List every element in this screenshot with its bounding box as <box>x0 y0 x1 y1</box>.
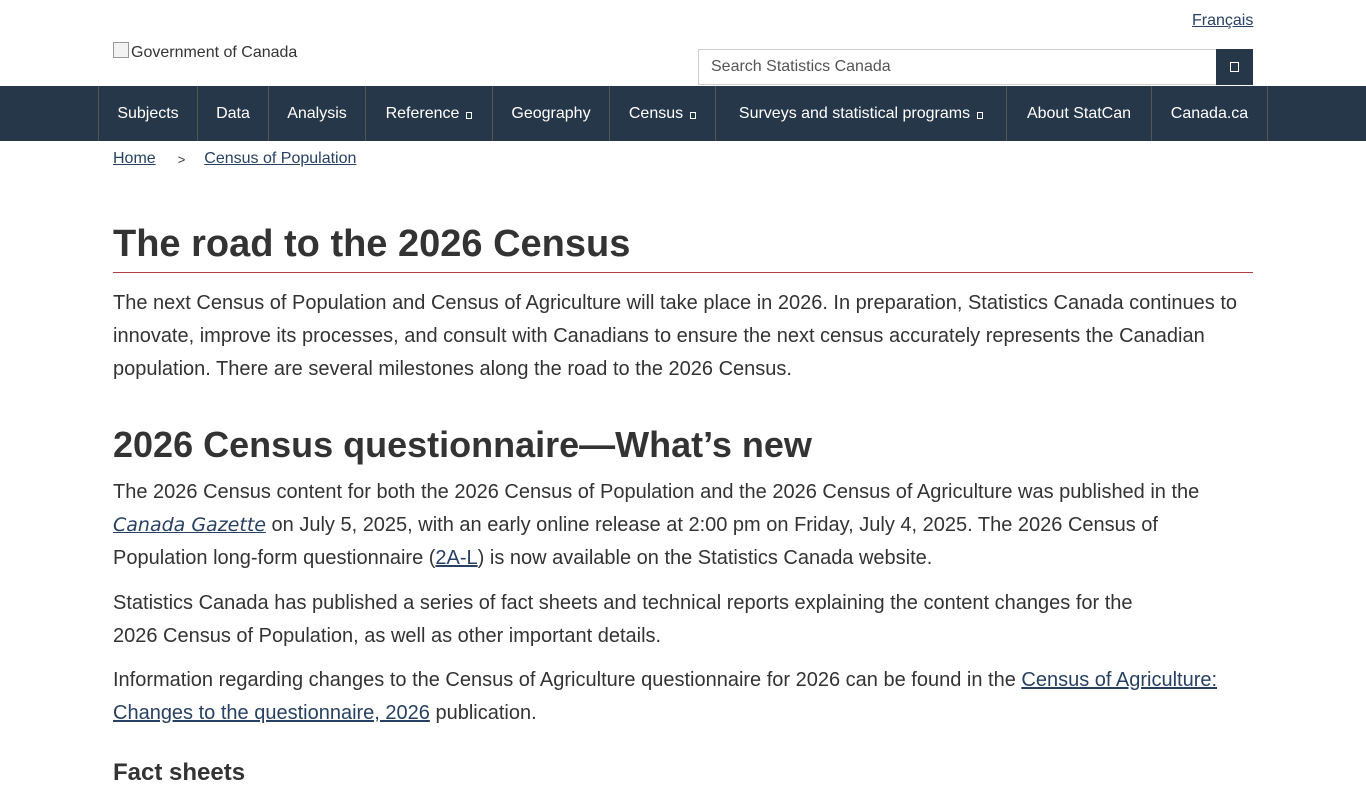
government-of-canada-logo[interactable]: Government of Canada <box>113 42 298 62</box>
menu-item-label: Canada.ca <box>1170 104 1249 122</box>
menu-item-label: Analysis <box>287 104 347 122</box>
menu-item-label: Data <box>216 104 250 122</box>
text-span: The 2026 Census content for both the 202… <box>113 481 1200 503</box>
menu-item-label: Reference <box>385 104 460 122</box>
menu-item-label: Geography <box>511 104 591 122</box>
search-button[interactable] <box>1216 49 1253 85</box>
dropdown-icon <box>466 112 473 119</box>
broken-image-icon <box>113 42 129 58</box>
menu-item-label: About StatCan <box>1026 104 1132 122</box>
section-heading: 2026 Census questionnaire—What’s new <box>113 424 812 465</box>
canada-gazette-link[interactable]: Canada Gazette <box>113 514 266 536</box>
gazette-paragraph: The 2026 Census content for both the 202… <box>113 476 1258 575</box>
dropdown-icon <box>977 112 984 119</box>
menu-item-data[interactable]: Data <box>197 86 268 141</box>
menu-item-label: Census <box>628 104 684 122</box>
breadcrumb: Home > Census of Population <box>113 150 356 168</box>
fact-sheets-paragraph: Statistics Canada has published a series… <box>113 587 1263 653</box>
text-span: publication. <box>429 702 537 724</box>
text-span: Information regarding changes to the Cen… <box>113 669 1022 691</box>
text-span: Statistics Canada has published a series… <box>113 592 1133 614</box>
logo-alt-text: Government of Canada <box>131 44 298 61</box>
menu-item-subjects[interactable]: Subjects <box>98 86 197 141</box>
agriculture-paragraph: Information regarding changes to the Cen… <box>113 664 1263 730</box>
text-span: ) is now available on the Statistics Can… <box>477 547 933 569</box>
dropdown-icon <box>690 112 697 119</box>
text-span: 2026 Census of Population, as well as ot… <box>113 625 662 647</box>
agriculture-changes-link[interactable]: Census of Agriculture: <box>1021 669 1217 691</box>
intro-paragraph: The next Census of Population and Census… <box>113 292 1238 380</box>
menu-item-about-statcan[interactable]: About StatCan <box>1006 86 1151 141</box>
search-icon <box>1230 62 1239 72</box>
main-menu-bar: Subjects Data Analysis Reference Geograp… <box>0 86 1366 141</box>
menu-item-geography[interactable]: Geography <box>492 86 609 141</box>
language-toggle-link[interactable]: Français <box>1192 12 1253 30</box>
breadcrumb-census-link[interactable]: Census of Population <box>204 150 356 168</box>
menu-item-reference[interactable]: Reference <box>365 86 492 141</box>
menu-item-canada-ca[interactable]: Canada.ca <box>1151 86 1268 141</box>
agriculture-changes-link[interactable]: Changes to the questionnaire, 2026 <box>113 702 430 724</box>
search-input[interactable]: Search Statistics Canada <box>698 49 1217 85</box>
breadcrumb-home-link[interactable]: Home <box>113 150 156 168</box>
menu-item-label: Surveys and statistical programs <box>738 104 971 122</box>
form-2a-l-link[interactable]: 2A-L <box>435 547 477 569</box>
fact-sheets-heading: Fact sheets <box>113 759 246 786</box>
breadcrumb-separator: > <box>177 151 186 167</box>
menu-item-analysis[interactable]: Analysis <box>268 86 365 141</box>
menu-item-surveys[interactable]: Surveys and statistical programs <box>715 86 1006 141</box>
page-title: The road to the 2026 Census <box>113 222 1253 273</box>
menu-item-label: Subjects <box>117 104 179 122</box>
menu-item-census[interactable]: Census <box>609 86 715 141</box>
search-placeholder: Search Statistics Canada <box>711 58 891 75</box>
